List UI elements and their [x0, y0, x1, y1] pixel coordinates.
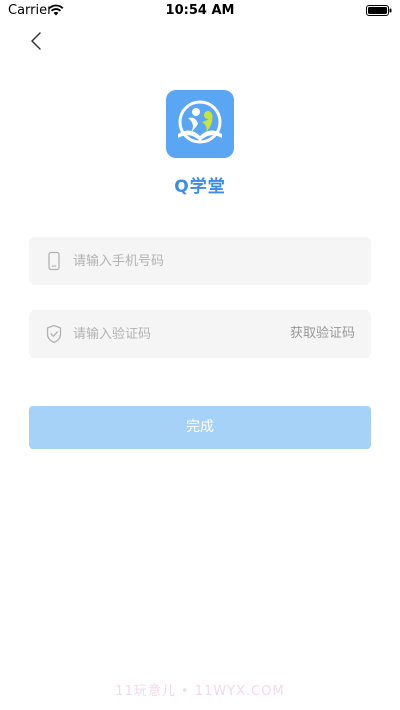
book-people-logo-icon — [178, 100, 222, 144]
phone-input[interactable] — [73, 237, 293, 285]
code-input[interactable] — [73, 310, 293, 358]
code-field: 获取验证码 — [29, 310, 371, 358]
complete-button[interactable]: 完成 — [29, 406, 371, 449]
battery-icon — [366, 5, 392, 16]
shield-check-icon — [46, 324, 62, 344]
phone-field — [29, 237, 371, 285]
status-bar: Carrier 10:54 AM — [0, 0, 400, 22]
app-logo — [166, 90, 234, 158]
phone-icon — [48, 251, 60, 271]
back-chevron-icon[interactable] — [26, 30, 48, 52]
get-code-button[interactable]: 获取验证码 — [290, 310, 355, 358]
clock-time: 10:54 AM — [165, 3, 235, 18]
app-name: Q学堂 — [174, 177, 226, 197]
watermark: 11玩意儿 • 11WYX.COM — [115, 684, 285, 699]
